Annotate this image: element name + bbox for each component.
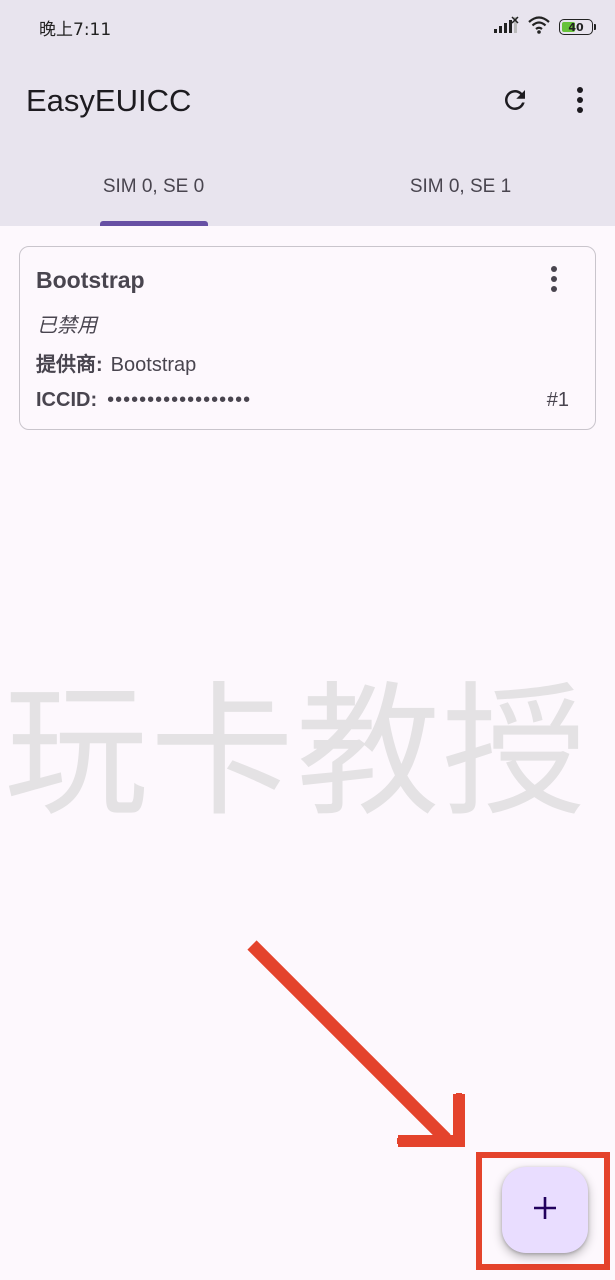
profile-iccid-row: ICCID: ••••••••••••••••••: [36, 389, 251, 412]
more-vert-icon: [550, 265, 558, 298]
battery-level-text: 40: [568, 20, 584, 34]
add-profile-fab[interactable]: [502, 1167, 588, 1253]
provider-label: 提供商:: [36, 354, 103, 376]
watermark-text: 玩卡教授: [4, 668, 589, 836]
profile-provider-row: 提供商: Bootstrap: [36, 348, 196, 377]
app-bar: EasyEUICC: [0, 55, 615, 150]
profile-name: Bootstrap: [36, 267, 145, 293]
refresh-button[interactable]: [494, 81, 536, 123]
profile-state: 已禁用: [37, 315, 97, 337]
tab-sim0-se0[interactable]: SIM 0, SE 0: [0, 150, 307, 226]
profile-menu-button[interactable]: [540, 265, 568, 297]
battery-icon: 40: [559, 19, 596, 35]
tab-indicator: [100, 221, 208, 226]
wifi-icon: [527, 15, 551, 39]
more-options-button[interactable]: [560, 81, 600, 123]
battery-tip: [594, 24, 596, 30]
profile-card[interactable]: Bootstrap 已禁用 提供商: Bootstrap ICCID: ••••••…: [19, 246, 596, 430]
iccid-value: ••••••••••••••••••: [107, 389, 252, 411]
refresh-icon: [500, 85, 530, 119]
iccid-label: ICCID:: [36, 389, 98, 411]
provider-value: Bootstrap: [110, 354, 197, 376]
status-time: 晚上7:11: [39, 20, 112, 40]
tab-bar: SIM 0, SE 0 SIM 0, SE 1: [0, 150, 615, 226]
profile-index: #1: [546, 389, 569, 411]
app-title: EasyEUICC: [26, 83, 192, 118]
tab-sim0-se1[interactable]: SIM 0, SE 1: [307, 150, 614, 226]
signal-icon: [493, 16, 519, 38]
status-icons: 40: [493, 14, 596, 40]
status-bar: 晚上7:11 40: [0, 0, 615, 55]
more-vert-icon: [576, 86, 584, 118]
add-icon: [532, 1195, 558, 1225]
